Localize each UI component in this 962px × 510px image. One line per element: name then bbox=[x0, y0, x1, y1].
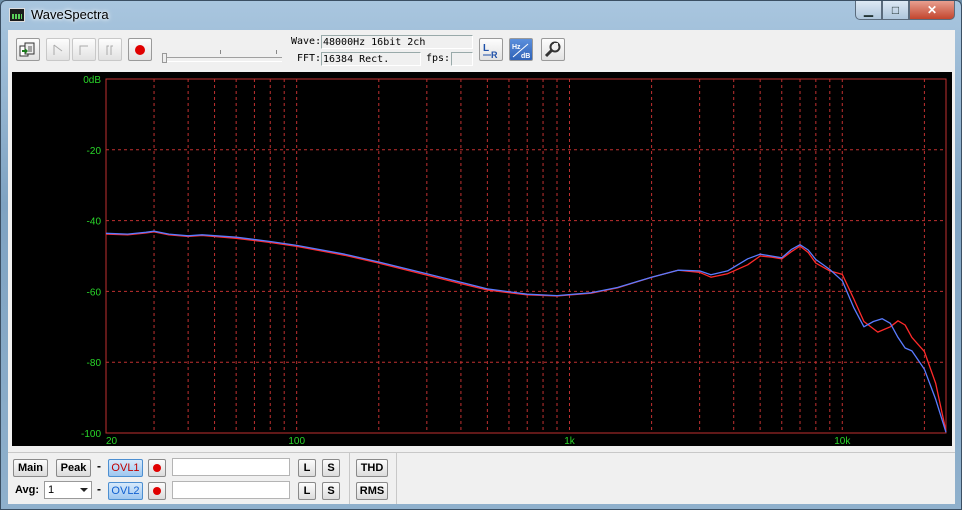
rms-button[interactable]: RMS bbox=[356, 482, 388, 500]
wave-format-field: 48000Hz 16bit 2ch bbox=[321, 35, 473, 49]
y-tick-label: -40 bbox=[87, 217, 102, 228]
fft-settings-field: 16384 Rect. bbox=[321, 52, 421, 66]
hz-db-scale-icon: Hz dB bbox=[512, 43, 530, 59]
spectrum-plot[interactable]: 0dB -20 -40 -60 -80 -100 20 100 1k 10k bbox=[12, 72, 952, 446]
plot-background bbox=[12, 72, 952, 446]
settings-wrench-icon bbox=[544, 41, 561, 57]
ovl2-s-button[interactable]: S bbox=[322, 482, 340, 500]
separator-dash: - bbox=[97, 482, 101, 496]
svg-text:R: R bbox=[491, 50, 498, 59]
svg-text:Hz: Hz bbox=[512, 44, 521, 51]
window-title: WaveSpectra bbox=[31, 7, 109, 22]
y-tick-label: -80 bbox=[87, 358, 102, 369]
record-button[interactable] bbox=[128, 38, 152, 61]
open-file-icon bbox=[19, 42, 35, 57]
peak-button[interactable]: Peak bbox=[56, 459, 91, 477]
bottom-panel: Main Peak - OVL1 L S Avg: 1 - OVL2 L S T… bbox=[8, 452, 955, 504]
x-tick-label: 100 bbox=[288, 436, 305, 446]
record-icon bbox=[135, 44, 145, 55]
position-slider[interactable] bbox=[160, 40, 284, 63]
pause-button[interactable] bbox=[98, 38, 122, 61]
close-button[interactable]: ✕ bbox=[909, 1, 955, 20]
stop-button[interactable] bbox=[72, 38, 96, 61]
slider-track bbox=[162, 57, 282, 62]
lr-channel-icon: L R bbox=[483, 43, 498, 59]
title-bar[interactable]: WaveSpectra ▁ □ ✕ bbox=[1, 1, 961, 29]
ovl2-button[interactable]: OVL2 bbox=[108, 482, 143, 500]
svg-text:dB: dB bbox=[521, 53, 530, 59]
panel-divider bbox=[349, 453, 350, 504]
wave-label: Wave: bbox=[291, 36, 322, 47]
fps-label: fps: bbox=[426, 53, 451, 64]
pause-icon bbox=[106, 45, 113, 55]
chevron-down-icon bbox=[80, 488, 88, 492]
window-controls: ▁ □ ✕ bbox=[855, 1, 955, 21]
slider-tick bbox=[276, 50, 277, 54]
x-tick-label: 10k bbox=[834, 436, 851, 446]
x-tick-label: 1k bbox=[564, 436, 576, 446]
y-tick-label: -20 bbox=[87, 146, 102, 157]
svg-text:L: L bbox=[483, 43, 489, 54]
ovl1-record-button[interactable] bbox=[148, 459, 166, 477]
thd-button[interactable]: THD bbox=[356, 459, 388, 477]
slider-tick bbox=[220, 50, 221, 54]
ovl2-l-button[interactable]: L bbox=[298, 482, 316, 500]
panel-divider bbox=[396, 453, 397, 504]
avg-select[interactable]: 1 bbox=[44, 481, 92, 499]
close-icon: ✕ bbox=[926, 3, 938, 17]
ovl2-text-input[interactable] bbox=[172, 481, 290, 499]
toolbar: Wave: 48000Hz 16bit 2ch FFT: 16384 Rect.… bbox=[8, 30, 955, 70]
ovl1-l-button[interactable]: L bbox=[298, 459, 316, 477]
x-tick-label: 20 bbox=[106, 436, 118, 446]
avg-label: Avg: bbox=[15, 484, 40, 496]
lr-channel-button[interactable]: L R bbox=[479, 38, 503, 61]
ovl1-s-button[interactable]: S bbox=[322, 459, 340, 477]
stop-icon bbox=[79, 45, 88, 55]
minimize-icon: ▁ bbox=[863, 3, 874, 17]
main-button[interactable]: Main bbox=[13, 459, 48, 477]
y-tick-label: 0dB bbox=[83, 75, 101, 86]
play-button[interactable] bbox=[46, 38, 70, 61]
maximize-button[interactable]: □ bbox=[882, 1, 909, 20]
slider-thumb[interactable] bbox=[162, 53, 167, 63]
ovl1-button[interactable]: OVL1 bbox=[108, 459, 143, 477]
app-window: WaveSpectra ▁ □ ✕ Wave: 48000Hz 16bit 2c… bbox=[0, 0, 962, 510]
open-file-button[interactable] bbox=[16, 38, 40, 61]
y-tick-label: -60 bbox=[87, 287, 102, 298]
y-tick-label: -100 bbox=[81, 429, 101, 440]
client-area: Wave: 48000Hz 16bit 2ch FFT: 16384 Rect.… bbox=[8, 30, 955, 504]
app-icon bbox=[9, 8, 25, 22]
minimize-button[interactable]: ▁ bbox=[855, 1, 882, 20]
fps-field bbox=[451, 52, 473, 66]
ovl1-text-input[interactable] bbox=[172, 458, 290, 476]
avg-select-value: 1 bbox=[48, 484, 55, 496]
fft-label: FFT: bbox=[297, 53, 322, 64]
settings-button[interactable] bbox=[541, 38, 565, 61]
ovl2-record-button[interactable] bbox=[148, 482, 166, 500]
separator-dash: - bbox=[97, 459, 101, 473]
hz-db-scale-button[interactable]: Hz dB bbox=[509, 38, 533, 61]
play-icon bbox=[53, 44, 63, 55]
maximize-icon: □ bbox=[891, 3, 900, 17]
